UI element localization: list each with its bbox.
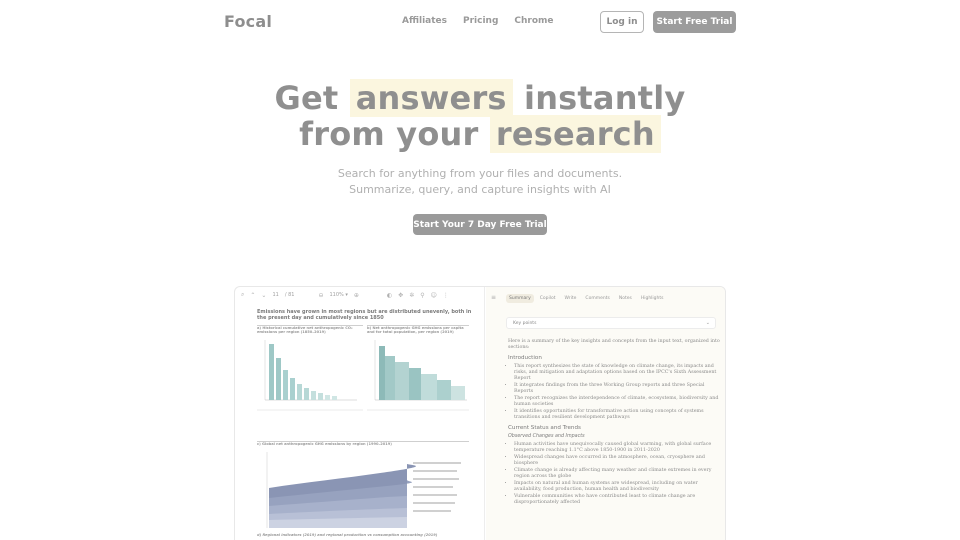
hero-headline-line-1: Get answers instantly [0, 79, 960, 117]
figure-panel-b: b) Net anthropogenic GHG emissions per c… [367, 325, 469, 413]
start-free-trial-button[interactable]: Start Free Trial [653, 11, 736, 33]
summary-type-select[interactable]: Key points ⌄ [506, 317, 716, 329]
hero-word: instantly [524, 79, 686, 117]
hero-highlight-research: research [489, 115, 661, 153]
figure-b-chart [367, 340, 469, 411]
figure-caption-a: a) Historical cumulative net anthropogen… [257, 326, 353, 334]
nav-link-pricing[interactable]: Pricing [463, 16, 498, 26]
figure-panel-a: a) Historical cumulative net anthropogen… [257, 325, 363, 413]
figure-caption-b: b) Net anthropogenic GHG emissions per c… [367, 326, 464, 334]
search-icon[interactable]: ⌕ [241, 291, 244, 299]
login-button[interactable]: Log in [600, 11, 644, 33]
summary-content: Here is a summary of the key insights an… [508, 339, 720, 507]
figure-caption-c: c) Global net anthropogenic GHG emission… [257, 442, 392, 446]
comment-icon[interactable]: ☺ [431, 292, 437, 299]
chevron-down-icon: ⌄ [705, 320, 710, 326]
hero-headline-line-2: from your research [0, 115, 960, 153]
tab-write[interactable]: Write [562, 294, 580, 303]
panel-tabs: Summary Copilot Write Comments Notes Hig… [486, 287, 725, 303]
nav-link-affiliates[interactable]: Affiliates [402, 16, 447, 26]
chevron-up-icon[interactable]: ⌃ [250, 292, 255, 299]
zoom-in-icon[interactable]: ⊕ [354, 292, 359, 299]
settings-icon[interactable]: ✲ [409, 292, 414, 299]
pin-icon[interactable]: ⚲ [420, 292, 424, 299]
hero-highlight-answers: answers [349, 79, 513, 117]
list-item: This report synthesizes the state of kno… [514, 364, 720, 382]
figure-caption-d: d) Regional indicators (2019) and region… [257, 533, 438, 537]
summary-intro: Here is a summary of the key insights an… [508, 339, 720, 350]
app-preview: ⌕ ⌃ ⌄ 11 / 81 ⊖ 110% ▾ ⊕ ◐ ✥ ✲ ⚲ ☺ ⋮ Emi… [234, 286, 726, 540]
hero-subtitle: Search for anything from your files and … [0, 166, 960, 198]
hero-word: from your [299, 115, 479, 153]
ai-side-panel: ≡ Summary Copilot Write Comments Notes H… [486, 287, 725, 540]
list-item: Climate change is already affecting many… [514, 468, 720, 480]
top-nav: Focal Affiliates Pricing Chrome Log in S… [0, 0, 960, 44]
summary-type-value: Key points [513, 321, 537, 326]
pdf-heading: Emissions have grown in most regions but… [257, 309, 472, 321]
tab-notes[interactable]: Notes [616, 294, 635, 303]
observed-list: Human activities have unequivocally caus… [508, 442, 720, 506]
introduction-list: This report synthesizes the state of kno… [508, 364, 720, 421]
list-item: Vulnerable communities who have contribu… [514, 494, 720, 506]
pdf-toolbar: ⌕ ⌃ ⌄ 11 / 81 ⊖ 110% ▾ ⊕ ◐ ✥ ✲ ⚲ ☺ ⋮ [235, 287, 484, 303]
tab-highlights[interactable]: Highlights [638, 294, 667, 303]
pdf-viewer: ⌕ ⌃ ⌄ 11 / 81 ⊖ 110% ▾ ⊕ ◐ ✥ ✲ ⚲ ☺ ⋮ Emi… [235, 287, 485, 540]
figure-a-chart [257, 340, 363, 411]
list-item: It identifies opportunities for transfor… [514, 409, 720, 421]
chevron-down-icon[interactable]: ⌄ [261, 292, 266, 299]
section-heading-introduction: Introduction [508, 355, 542, 361]
tab-comments[interactable]: Comments [582, 294, 612, 303]
start-trial-cta-button[interactable]: Start Your 7 Day Free Trial [413, 214, 547, 235]
tab-summary[interactable]: Summary [506, 294, 534, 303]
menu-icon[interactable]: ≡ [491, 294, 496, 301]
section-heading-status: Current Status and Trends [508, 425, 581, 431]
list-item: It integrates findings from the three Wo… [514, 383, 720, 395]
hero-subtitle-line-1: Search for anything from your files and … [337, 167, 623, 180]
tab-copilot[interactable]: Copilot [537, 294, 559, 303]
figure-c-area-chart [266, 452, 461, 528]
page-number-input[interactable]: 11 [272, 292, 278, 298]
hero-subtitle-line-2: Summarize, query, and capture insights w… [349, 183, 611, 196]
hero: Get answers instantly from your research… [0, 79, 960, 198]
subsection-heading-observed: Observed Changes and Impacts [508, 434, 585, 439]
zoom-select[interactable]: 110% ▾ [329, 292, 347, 298]
list-item: Impacts on natural and human systems are… [514, 481, 720, 493]
more-icon[interactable]: ⋮ [443, 292, 449, 299]
list-item: The report recognizes the interdependenc… [514, 396, 720, 408]
contrast-icon[interactable]: ◐ [387, 292, 392, 299]
list-item: Widespread changes have occurred in the … [514, 455, 720, 467]
zoom-out-icon[interactable]: ⊖ [318, 292, 323, 299]
figure-panel-c: c) Global net anthropogenic GHG emission… [257, 441, 469, 531]
list-item: Human activities have unequivocally caus… [514, 442, 720, 454]
logo[interactable]: Focal [224, 12, 272, 31]
hero-word: Get [274, 79, 339, 117]
move-icon[interactable]: ✥ [398, 292, 403, 299]
nav-link-chrome[interactable]: Chrome [514, 16, 553, 26]
nav-links: Affiliates Pricing Chrome [402, 16, 570, 26]
page-total: / 81 [284, 292, 295, 298]
